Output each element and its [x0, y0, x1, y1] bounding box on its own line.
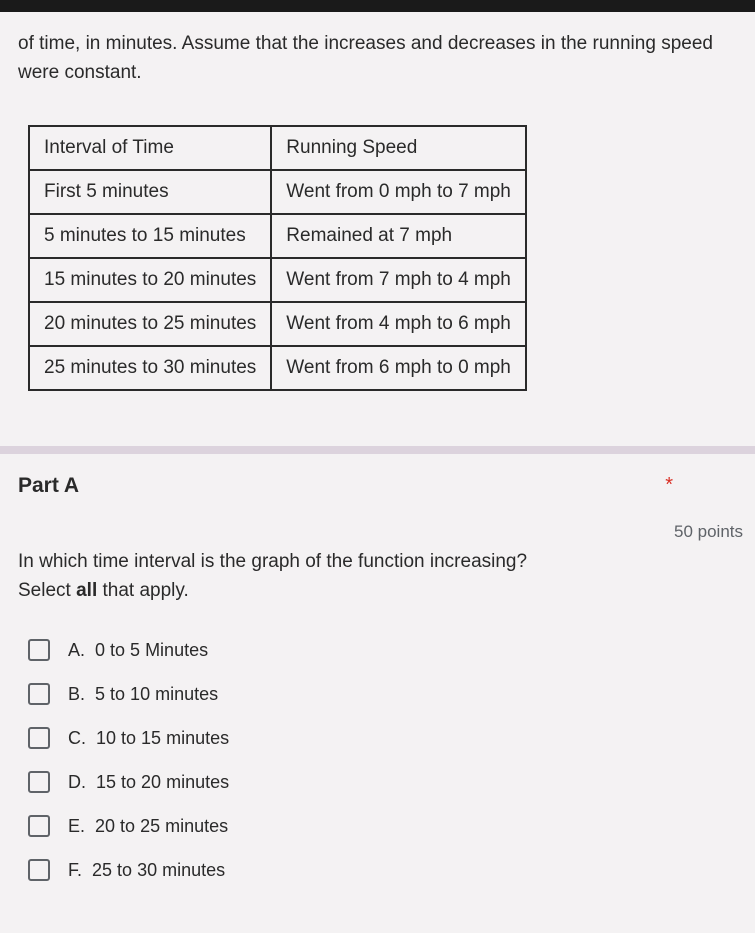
option-f[interactable]: F. 25 to 30 minutes [28, 859, 743, 881]
option-d[interactable]: D. 15 to 20 minutes [28, 771, 743, 793]
checkbox-a[interactable] [28, 639, 50, 661]
option-e[interactable]: E. 20 to 25 minutes [28, 815, 743, 837]
part-right: * 50 points [665, 474, 743, 542]
table-row: 20 minutes to 25 minutes Went from 4 mph… [29, 302, 526, 346]
table-header-cell: Interval of Time [29, 126, 271, 170]
table-row: First 5 minutes Went from 0 mph to 7 mph [29, 170, 526, 214]
table-cell: Remained at 7 mph [271, 214, 526, 258]
table-cell: 20 minutes to 25 minutes [29, 302, 271, 346]
table-row: Interval of Time Running Speed [29, 126, 526, 170]
table-row: 15 minutes to 20 minutes Went from 7 mph… [29, 258, 526, 302]
options-group: A. 0 to 5 Minutes B. 5 to 10 minutes C. … [28, 639, 743, 881]
option-label: D. 15 to 20 minutes [68, 772, 229, 793]
table-cell: Went from 4 mph to 6 mph [271, 302, 526, 346]
table-cell: First 5 minutes [29, 170, 271, 214]
table-cell: Went from 7 mph to 4 mph [271, 258, 526, 302]
table-row: 5 minutes to 15 minutes Remained at 7 mp… [29, 214, 526, 258]
data-table: Interval of Time Running Speed First 5 m… [28, 125, 527, 391]
checkbox-c[interactable] [28, 727, 50, 749]
part-left: Part A [18, 474, 79, 498]
required-asterisk: * [665, 474, 673, 497]
checkbox-d[interactable] [28, 771, 50, 793]
table-row: 25 minutes to 30 minutes Went from 6 mph… [29, 346, 526, 390]
table-cell: 5 minutes to 15 minutes [29, 214, 271, 258]
checkbox-e[interactable] [28, 815, 50, 837]
prompt-line-2: Select all that apply. [18, 580, 189, 601]
option-label: E. 20 to 25 minutes [68, 816, 228, 837]
option-b[interactable]: B. 5 to 10 minutes [28, 683, 743, 705]
option-label: A. 0 to 5 Minutes [68, 640, 208, 661]
option-label: F. 25 to 30 minutes [68, 860, 225, 881]
option-label: C. 10 to 15 minutes [68, 728, 229, 749]
checkbox-f[interactable] [28, 859, 50, 881]
option-c[interactable]: C. 10 to 15 minutes [28, 727, 743, 749]
question-prompt: In which time interval is the graph of t… [18, 548, 743, 605]
prompt-line-1: In which time interval is the graph of t… [18, 551, 527, 572]
table-cell: Went from 0 mph to 7 mph [271, 170, 526, 214]
points-label: 50 points [674, 522, 743, 542]
table-header-cell: Running Speed [271, 126, 526, 170]
part-header: Part A * 50 points [18, 474, 743, 542]
table-cell: 15 minutes to 20 minutes [29, 258, 271, 302]
option-a[interactable]: A. 0 to 5 Minutes [28, 639, 743, 661]
part-label: Part A [18, 474, 79, 498]
table-cell: 25 minutes to 30 minutes [29, 346, 271, 390]
table-cell: Went from 6 mph to 0 mph [271, 346, 526, 390]
intro-text: of time, in minutes. Assume that the inc… [18, 30, 743, 87]
worksheet-page: of time, in minutes. Assume that the inc… [0, 0, 755, 933]
option-label: B. 5 to 10 minutes [68, 684, 218, 705]
checkbox-b[interactable] [28, 683, 50, 705]
section-divider [0, 446, 755, 454]
